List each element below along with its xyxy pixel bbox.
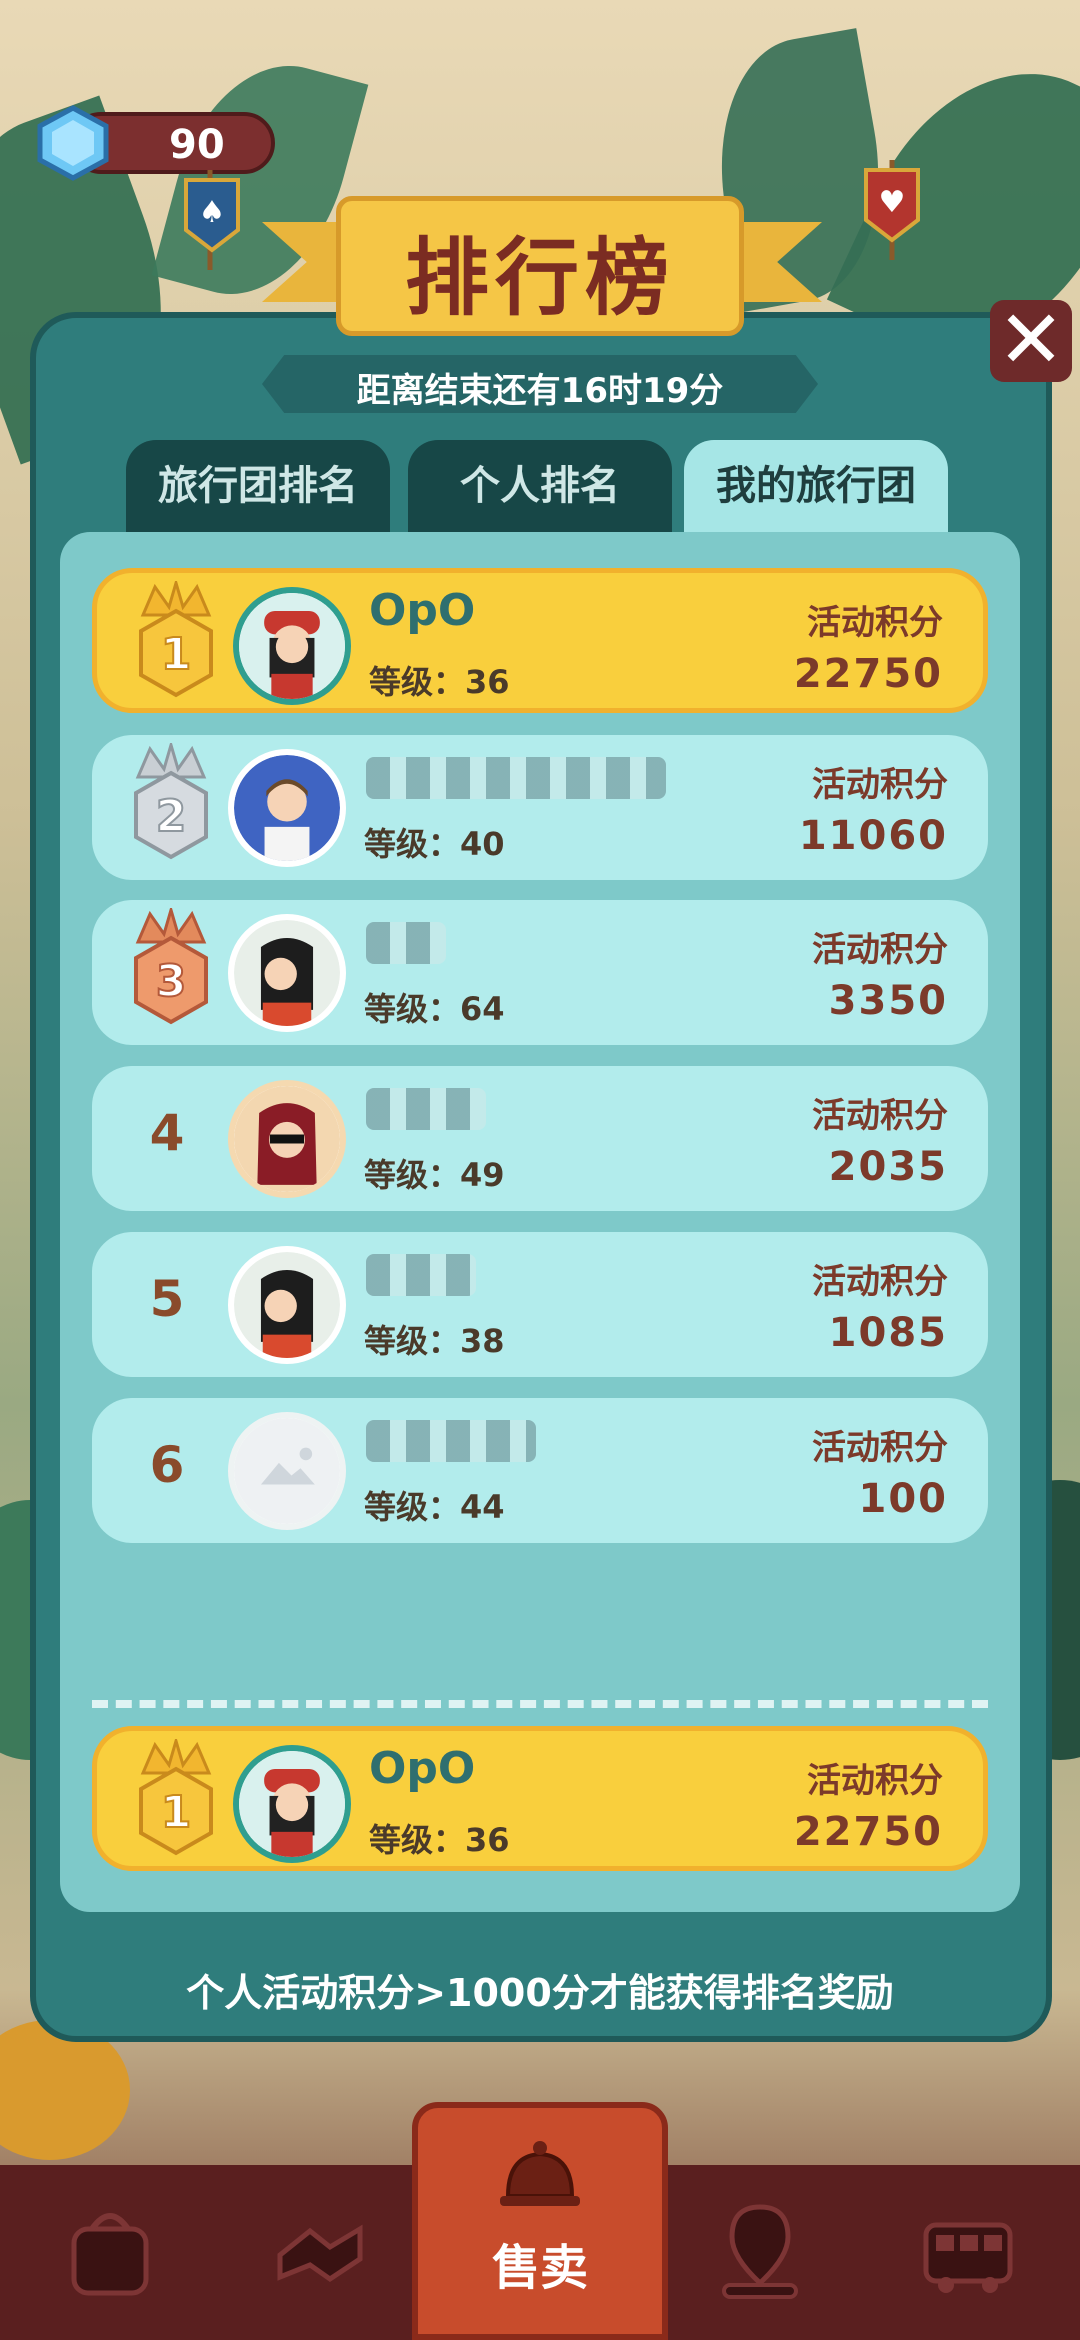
player-name: OpO [369, 1743, 476, 1794]
page-title: 排行榜 [404, 229, 675, 327]
player-name-blurred [366, 1254, 476, 1296]
player-level: 等级：38 [364, 1322, 505, 1360]
ranking-row-1[interactable]: 1 OpO 等级：36 活动积分 22750 [92, 568, 988, 713]
points-label: 活动积分 [807, 1761, 943, 1801]
points-value: 2035 [828, 1144, 948, 1190]
avatar [233, 1745, 351, 1863]
ranking-row-2[interactable]: 2 等级：40 活动积分 11060 [92, 735, 988, 880]
rank-number: 3 [156, 956, 187, 1007]
rank-number: 1 [161, 629, 192, 680]
avatar [228, 749, 346, 867]
points-value: 22750 [793, 651, 943, 697]
player-level: 等级：36 [369, 1821, 510, 1859]
title-banner: 排行榜 [336, 196, 744, 336]
tab-personal-ranking[interactable]: 个人排名 [408, 440, 672, 532]
reward-rule-note: 个人活动积分>1000分才能获得排名奖励 [186, 1971, 894, 2015]
points-label: 活动积分 [812, 930, 948, 970]
divider [92, 1700, 988, 1708]
shop-bag-icon[interactable] [60, 2195, 160, 2305]
countdown-text: 距离结束还有16时19分 [356, 371, 724, 411]
spade-flag-icon: ♠ [184, 170, 240, 270]
points-label: 活动积分 [812, 1096, 948, 1136]
bus-icon[interactable] [918, 2195, 1018, 2305]
player-level: 等级：64 [364, 990, 505, 1028]
ranking-row-6[interactable]: 6 等级：44 活动积分 100 [92, 1398, 988, 1543]
silver-crown-badge-icon: 2 [134, 743, 208, 860]
service-bell-icon [500, 2141, 580, 2206]
gold-crown-badge-icon: 1 [139, 1739, 213, 1856]
svg-text:♥: ♥ [879, 185, 906, 220]
player-name-blurred [366, 1420, 536, 1462]
rank-number: 2 [156, 791, 187, 842]
tab-my-team[interactable]: 我的旅行团 [684, 440, 948, 532]
points-value: 3350 [828, 978, 948, 1024]
player-name-blurred [366, 1088, 486, 1130]
avatar [233, 587, 351, 705]
svg-text:♠: ♠ [199, 195, 226, 230]
points-value: 1085 [828, 1310, 948, 1356]
ranking-row-3[interactable]: 3 等级：64 活动积分 3350 [92, 900, 988, 1045]
points-value: 100 [858, 1476, 948, 1522]
ranking-row-4[interactable]: 4 等级：49 活动积分 2035 [92, 1066, 988, 1211]
tab-team-ranking[interactable]: 旅行团排名 [126, 440, 390, 532]
timer-bar: 距离结束还有16时19分 [262, 355, 818, 413]
player-level: 等级：44 [364, 1488, 505, 1526]
rank-number: 6 [149, 1436, 185, 1494]
bronze-crown-badge-icon: 3 [134, 908, 208, 1025]
avatar [228, 1412, 346, 1530]
rank-number: 5 [149, 1270, 185, 1328]
card-flag-icon: ♥ [864, 160, 920, 260]
player-name: OpO [369, 585, 476, 636]
handshake-icon[interactable] [270, 2195, 370, 2305]
player-level: 等级：36 [369, 663, 510, 701]
avatar [228, 1246, 346, 1364]
player-name-blurred [366, 757, 666, 799]
points-value: 11060 [798, 813, 948, 859]
avatar [228, 914, 346, 1032]
rank-number: 1 [161, 1787, 192, 1838]
points-label: 活动积分 [812, 1428, 948, 1468]
player-name-blurred [366, 922, 446, 964]
rank-number: 4 [149, 1104, 185, 1162]
my-ranking-row[interactable]: 1 OpO 等级：36 活动积分 22750 [92, 1726, 988, 1871]
diamond-icon [37, 105, 109, 181]
player-level: 等级：49 [364, 1156, 505, 1194]
gold-crown-badge-icon: 1 [139, 581, 213, 698]
close-icon: ✕ [997, 293, 1065, 386]
points-label: 活动积分 [812, 1262, 948, 1302]
sell-label: 售卖 [491, 2240, 588, 2296]
gem-count: 90 [169, 122, 225, 168]
player-level: 等级：40 [364, 825, 505, 863]
close-button[interactable]: ✕ [990, 300, 1072, 382]
points-label: 活动积分 [812, 765, 948, 805]
sell-button[interactable]: 售卖 [412, 2102, 668, 2340]
points-value: 22750 [793, 1809, 943, 1855]
ranking-row-5[interactable]: 5 等级：38 活动积分 1085 [92, 1232, 988, 1377]
avatar [228, 1080, 346, 1198]
points-label: 活动积分 [807, 603, 943, 643]
map-pin-icon[interactable] [710, 2195, 810, 2305]
